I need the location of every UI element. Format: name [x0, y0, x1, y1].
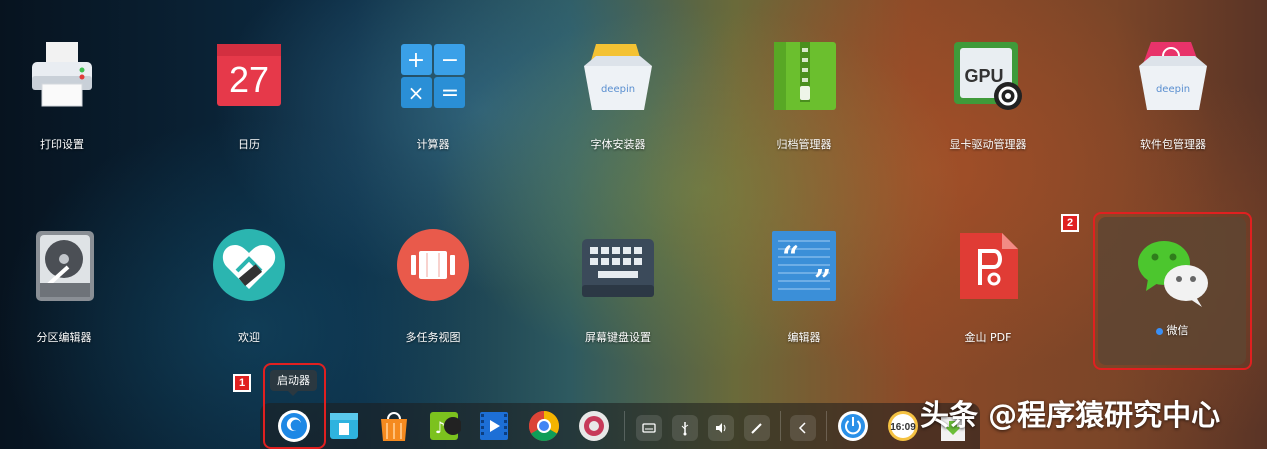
deepin-logo-text: deepin — [1156, 84, 1190, 95]
pen-icon — [751, 423, 762, 434]
power-icon — [838, 411, 868, 441]
calendar-day: 27 — [229, 59, 269, 100]
partition-editor-icon — [26, 227, 102, 303]
app-label: 多任务视图 — [405, 331, 461, 344]
movie-icon — [480, 412, 508, 440]
dock: ♪ 16:09 — [260, 403, 980, 449]
tray-collapse[interactable] — [790, 415, 816, 441]
app-label: 打印设置 — [40, 138, 84, 151]
app-partition-editor[interactable]: 分区编辑器 — [0, 207, 139, 357]
onscreen-keyboard-icon — [580, 227, 656, 303]
app-kingsoft-pdf[interactable]: 金山 PDF — [913, 207, 1063, 357]
calendar-icon: 27 — [211, 36, 287, 112]
tray-volume[interactable] — [708, 415, 734, 441]
highlight-box-wechat — [1093, 212, 1252, 370]
dock-separator — [624, 411, 625, 441]
highlight-box-launcher — [263, 363, 326, 449]
dock-clock[interactable]: 16:09 — [886, 409, 920, 443]
app-onscreen-keyboard[interactable]: 屏幕键盘设置 — [543, 207, 693, 357]
music-icon: ♪ — [430, 412, 462, 440]
svg-text:=: = — [441, 81, 459, 106]
app-calculator[interactable]: + − × = 计算器 — [358, 0, 508, 151]
welcome-icon — [211, 227, 287, 303]
dock-chrome[interactable] — [527, 409, 561, 443]
text-editor-icon: “ ” — [766, 227, 842, 303]
calculator-icon: + − × = — [395, 36, 471, 112]
app-store-icon — [381, 412, 407, 441]
app-label: 编辑器 — [787, 331, 821, 344]
app-package-manager[interactable]: deepin 软件包管理器 — [1098, 0, 1248, 151]
svg-text:−: − — [441, 48, 459, 73]
step-badge-1: 1 — [233, 374, 251, 392]
app-font-installer[interactable]: deepin 字体安装器 — [543, 0, 693, 151]
app-calendar[interactable]: 27 日历 — [174, 0, 324, 151]
clock-icon: 16:09 — [888, 411, 918, 441]
svg-text:♪: ♪ — [435, 418, 445, 437]
keyboard-icon — [642, 423, 656, 433]
dock-settings[interactable] — [577, 409, 611, 443]
svg-text:×: × — [408, 81, 425, 105]
settings-icon — [579, 411, 609, 441]
svg-text:+: + — [407, 48, 425, 73]
app-print-settings[interactable]: 打印设置 — [0, 0, 137, 151]
dock-power[interactable] — [836, 409, 870, 443]
app-label: 金山 PDF — [964, 331, 1012, 344]
app-label: 软件包管理器 — [1140, 138, 1206, 151]
step-badge-2: 2 — [1061, 214, 1079, 232]
app-label: 归档管理器 — [776, 138, 832, 151]
dock-separator — [826, 411, 827, 441]
collapse-icon — [798, 422, 806, 434]
clock-text: 16:09 — [890, 422, 916, 433]
archive-manager-icon — [766, 36, 842, 112]
tray-usb[interactable] — [672, 415, 698, 441]
tray-keyboard[interactable] — [636, 415, 662, 441]
svg-text:”: ” — [814, 264, 831, 299]
app-gpu-driver-manager[interactable]: GPU 显卡驱动管理器 — [913, 0, 1063, 151]
chrome-icon — [528, 411, 560, 442]
dock-separator — [780, 411, 781, 441]
dock-file-manager[interactable] — [327, 409, 361, 443]
dock-music[interactable]: ♪ — [427, 409, 462, 443]
app-label: 欢迎 — [238, 331, 260, 344]
kingsoft-pdf-icon — [950, 227, 1026, 303]
deepin-logo-text: deepin — [601, 84, 635, 95]
usb-icon — [681, 422, 689, 436]
app-label: 屏幕键盘设置 — [585, 331, 651, 344]
app-label: 分区编辑器 — [36, 331, 92, 344]
printer-icon — [24, 36, 100, 112]
gpu-chip-text: GPU — [964, 66, 1003, 86]
dock-movie[interactable] — [477, 409, 511, 443]
app-label: 计算器 — [416, 138, 450, 151]
gpu-driver-icon: GPU — [950, 36, 1026, 112]
app-welcome[interactable]: 欢迎 — [174, 207, 324, 357]
app-label: 显卡驱动管理器 — [949, 138, 1027, 151]
volume-icon — [716, 423, 726, 433]
tray-pen[interactable] — [744, 415, 770, 441]
app-label: 字体安装器 — [590, 138, 646, 151]
file-manager-icon — [330, 413, 358, 439]
dock-app-store[interactable] — [377, 409, 411, 443]
app-multitask-view[interactable]: 多任务视图 — [358, 207, 508, 357]
watermark: 头条 @程序猿研究中心 — [920, 398, 1221, 432]
svg-text:“: “ — [782, 240, 799, 275]
app-archive-manager[interactable]: 归档管理器 — [729, 0, 879, 151]
multitask-view-icon — [395, 227, 471, 303]
package-manager-icon: deepin — [1135, 36, 1211, 112]
app-label: 日历 — [238, 138, 260, 151]
app-text-editor[interactable]: “ ” 编辑器 — [729, 207, 879, 357]
font-installer-icon: deepin — [580, 36, 656, 112]
